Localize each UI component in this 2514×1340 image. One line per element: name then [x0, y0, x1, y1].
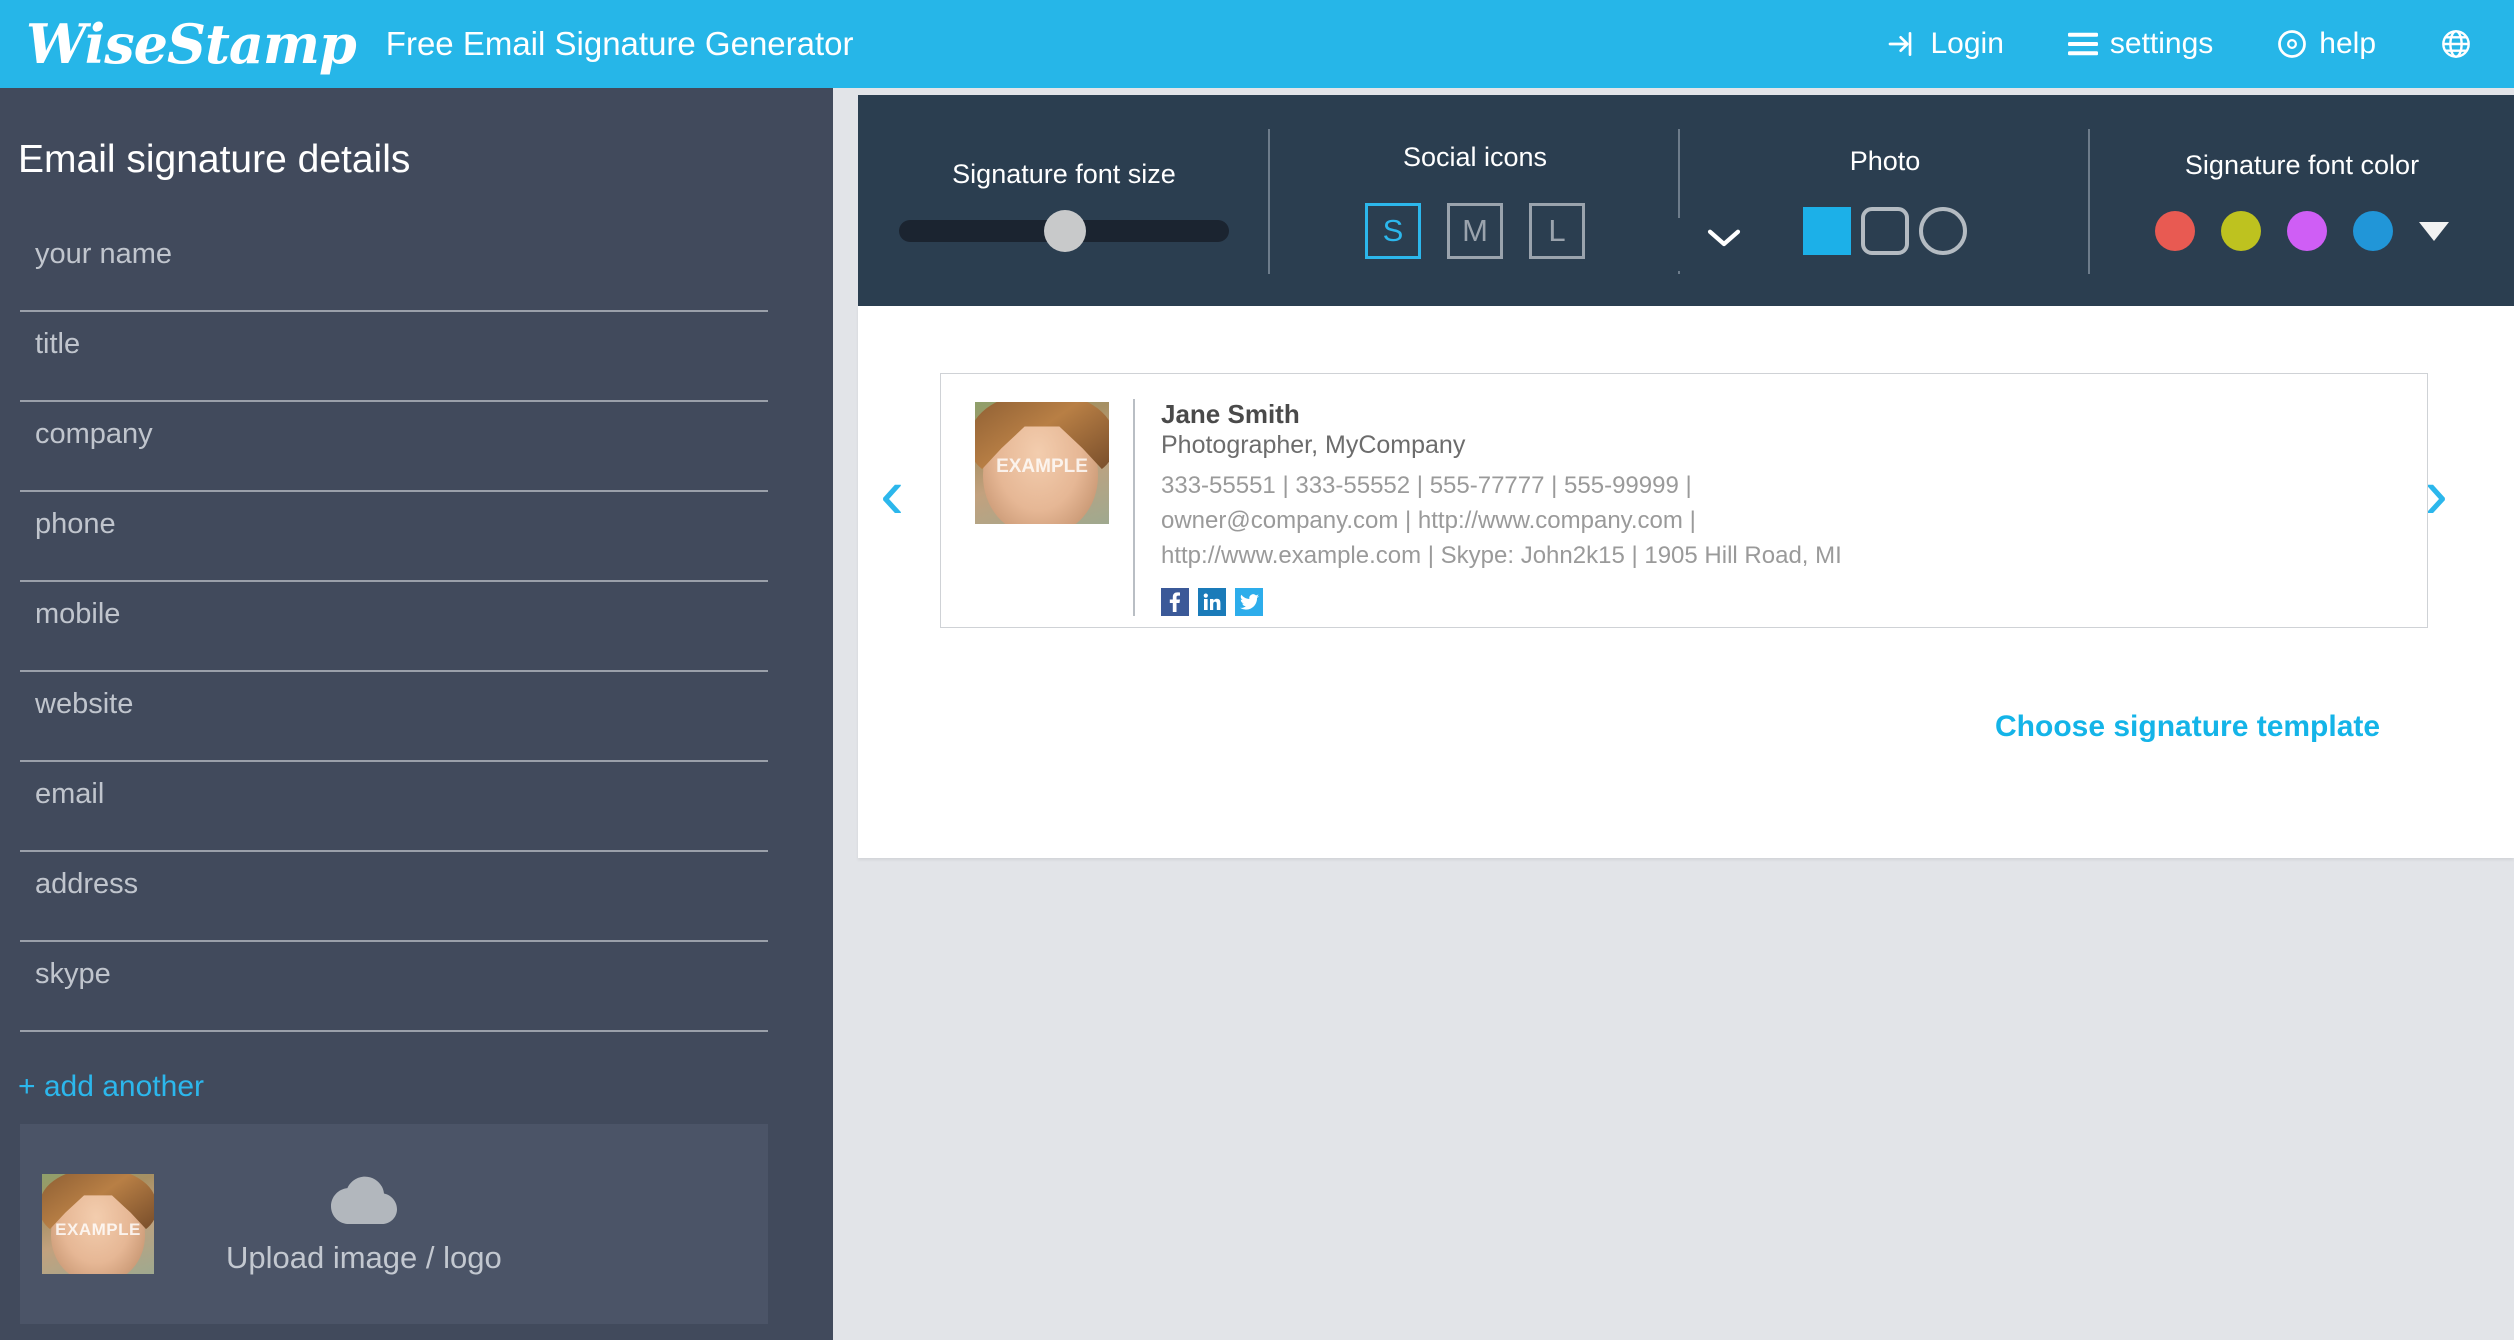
field-row-company[interactable]	[20, 402, 768, 492]
font-color-label: Signature font color	[2184, 150, 2420, 180]
top-navigation-bar: WiseStamp Free Email Signature Generator…	[0, 0, 2514, 88]
social-size-m-button[interactable]: M	[1447, 203, 1503, 259]
signature-details-form	[0, 222, 833, 1032]
linkedin-icon[interactable]	[1198, 587, 1226, 616]
twitter-icon[interactable]	[1235, 587, 1263, 616]
globe-icon	[2440, 28, 2472, 60]
social-icons-group: Social icons S M L	[1270, 95, 1680, 306]
field-row-your-name[interactable]	[20, 222, 768, 312]
signature-detail-line-1: 333-55551 | 333-55552 | 555-77777 | 555-…	[1161, 472, 1692, 500]
title-input[interactable]	[20, 312, 768, 361]
help-label: help	[2319, 27, 2376, 60]
address-input[interactable]	[20, 852, 768, 901]
field-row-website[interactable]	[20, 672, 768, 762]
lifebuoy-icon	[2277, 29, 2307, 59]
font-size-slider[interactable]	[899, 210, 1229, 252]
photo-shape-square-button[interactable]	[1803, 207, 1851, 255]
page-title: Free Email Signature Generator	[385, 25, 854, 62]
sidebar-heading: Email signature details	[18, 138, 411, 181]
cloud-upload-icon	[329, 1173, 399, 1230]
field-row-address[interactable]	[20, 852, 768, 942]
social-size-options: S M L	[1365, 203, 1585, 259]
field-row-mobile[interactable]	[20, 582, 768, 672]
upload-cta[interactable]: Upload image / logo	[226, 1173, 502, 1276]
signature-photo: EXAMPLE	[975, 402, 1109, 524]
skype-input[interactable]	[20, 942, 768, 991]
field-row-phone[interactable]	[20, 492, 768, 582]
font-size-label: Signature font size	[952, 159, 1176, 189]
your-name-input[interactable]	[20, 222, 768, 271]
settings-button[interactable]: settings	[2067, 27, 2214, 61]
settings-label: settings	[2109, 27, 2214, 60]
mobile-input[interactable]	[20, 582, 768, 631]
chevron-down-icon	[1703, 224, 1745, 255]
signature-options-toolbar: Signature font size Social icons S M L P…	[858, 95, 2514, 306]
color-swatch-olive[interactable]	[2221, 211, 2261, 251]
add-another-button[interactable]: + add another	[18, 1070, 204, 1104]
social-size-l-button[interactable]: L	[1529, 203, 1585, 259]
choose-signature-template-link[interactable]: Choose signature template	[1995, 710, 2380, 744]
photo-shape-circle-button[interactable]	[1919, 207, 1967, 255]
login-button[interactable]: Login	[1886, 27, 2004, 61]
field-row-email[interactable]	[20, 762, 768, 852]
upload-label: Upload image / logo	[226, 1239, 502, 1275]
sidebar-panel: Email signature details + add another	[0, 88, 833, 1340]
wisestamp-logo[interactable]: WiseStamp	[26, 17, 357, 71]
photo-shape-rounded-button[interactable]	[1861, 207, 1909, 255]
login-label: Login	[1930, 27, 2004, 60]
color-swatch-magenta[interactable]	[2287, 211, 2327, 251]
login-arrow-icon	[1886, 28, 1918, 60]
social-size-s-button[interactable]: S	[1365, 203, 1421, 259]
field-row-title[interactable]	[20, 312, 768, 402]
uploaded-image-thumbnail[interactable]: EXAMPLE	[42, 1174, 154, 1274]
thumbnail-watermark: EXAMPLE	[55, 1220, 141, 1239]
toolbar-collapse-button[interactable]	[1669, 218, 1779, 271]
email-input[interactable]	[20, 762, 768, 811]
color-swatch-red[interactable]	[2155, 211, 2195, 251]
signature-name: Jane Smith	[1161, 399, 1300, 429]
language-globe-button[interactable]	[2440, 28, 2484, 60]
signature-detail-line-3: http://www.example.com | Skype: John2k15…	[1161, 542, 1842, 570]
signature-social-links	[1161, 587, 1842, 616]
signature-photo-watermark: EXAMPLE	[996, 455, 1088, 477]
website-input[interactable]	[20, 672, 768, 721]
help-button[interactable]: help	[2277, 27, 2376, 61]
hamburger-icon	[2067, 31, 2098, 57]
signature-preview-card[interactable]: EXAMPLE Jane Smith Photographer, MyCompa…	[940, 373, 2428, 628]
signature-role: Photographer, MyCompany	[1161, 431, 1466, 460]
field-row-skype[interactable]	[20, 942, 768, 1032]
previous-template-arrow[interactable]: ‹	[880, 458, 904, 530]
photo-label: Photo	[1849, 146, 1921, 176]
signature-text-block: Jane Smith Photographer, MyCompany 333-5…	[1133, 399, 1842, 616]
font-size-slider-thumb[interactable]	[1044, 210, 1086, 252]
company-input[interactable]	[20, 402, 768, 451]
photo-shape-options	[1803, 207, 1967, 255]
photo-shape-group: Photo	[1680, 95, 2090, 306]
top-nav-actions: Login settings help	[1886, 0, 2514, 88]
font-color-swatches	[2155, 211, 2449, 251]
color-more-chevron-down-icon[interactable]	[2419, 221, 2449, 241]
facebook-icon[interactable]	[1161, 587, 1189, 616]
font-size-group: Signature font size	[858, 95, 1270, 306]
upload-image-box[interactable]: EXAMPLE Upload image / logo	[20, 1124, 768, 1324]
font-color-group: Signature font color	[2090, 95, 2514, 306]
phone-input[interactable]	[20, 492, 768, 541]
signature-detail-line-2: owner@company.com | http://www.company.c…	[1161, 507, 1696, 535]
color-swatch-blue[interactable]	[2353, 211, 2393, 251]
social-icons-label: Social icons	[1402, 142, 1548, 172]
